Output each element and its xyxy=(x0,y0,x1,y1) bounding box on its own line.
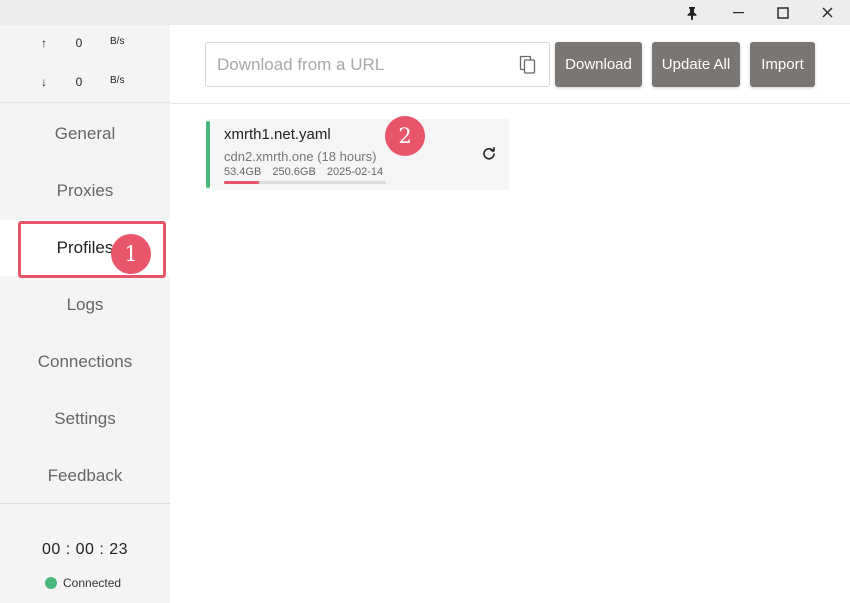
annotation-marker-1: 1 xyxy=(111,234,151,274)
profile-card[interactable]: xmrth1.net.yaml cdn2.xmrth.one (18 hours… xyxy=(206,119,509,190)
download-arrow-icon: ↓ xyxy=(41,75,47,89)
download-value: 0 xyxy=(75,75,83,89)
download-button[interactable]: Download xyxy=(555,42,642,87)
profile-used: 53.4GB xyxy=(224,166,262,178)
status-dot-icon xyxy=(45,577,57,589)
paste-icon[interactable] xyxy=(519,55,537,75)
refresh-icon[interactable] xyxy=(482,147,496,161)
nav-item-connections[interactable]: Connections xyxy=(0,334,170,390)
profile-stats: 53.4GB 250.6GB 2025-02-14 xyxy=(224,166,391,178)
nav-item-settings[interactable]: Settings xyxy=(0,391,170,447)
nav-item-general[interactable]: General xyxy=(0,106,170,162)
upload-speed: ↑ 0 B/s xyxy=(0,36,170,56)
url-field xyxy=(205,42,550,87)
url-input[interactable] xyxy=(206,43,506,86)
profile-name: xmrth1.net.yaml xyxy=(224,126,331,143)
active-indicator xyxy=(206,121,210,188)
upload-unit: B/s xyxy=(110,36,125,47)
profile-expires: 2025-02-14 xyxy=(326,166,384,178)
download-speed: ↓ 0 B/s xyxy=(0,75,170,95)
connection-status: Connected xyxy=(45,576,121,590)
download-unit: B/s xyxy=(110,75,125,86)
status-label: Connected xyxy=(63,576,122,590)
close-icon[interactable] xyxy=(804,0,850,25)
minimize-icon[interactable] xyxy=(715,0,761,25)
usage-bar-fill xyxy=(224,181,259,184)
title-bar xyxy=(0,0,850,25)
sidebar-footer: 00 : 00 : 23 Connected xyxy=(0,503,170,603)
upload-arrow-icon: ↑ xyxy=(41,36,47,50)
usage-bar xyxy=(224,181,386,184)
traffic-panel: ↑ 0 B/s ↓ 0 B/s xyxy=(0,25,170,103)
import-button[interactable]: Import xyxy=(750,42,815,87)
nav-item-logs[interactable]: Logs xyxy=(0,277,170,333)
uptime-timer: 00 : 00 : 23 xyxy=(41,541,129,558)
annotation-marker-2: 2 xyxy=(385,116,425,156)
profile-host: cdn2.xmrth.one (18 hours) xyxy=(224,149,377,164)
nav-item-proxies[interactable]: Proxies xyxy=(0,163,170,219)
pin-icon[interactable] xyxy=(669,0,715,25)
maximize-icon[interactable] xyxy=(760,0,806,25)
update-all-button[interactable]: Update All xyxy=(652,42,740,87)
profiles-toolbar: Download Update All Import xyxy=(170,25,850,104)
sidebar: ↑ 0 B/s ↓ 0 B/s General Proxies Profiles… xyxy=(0,25,170,603)
upload-value: 0 xyxy=(75,36,83,50)
profile-total: 250.6GB xyxy=(272,166,316,178)
nav-item-feedback[interactable]: Feedback xyxy=(0,448,170,504)
